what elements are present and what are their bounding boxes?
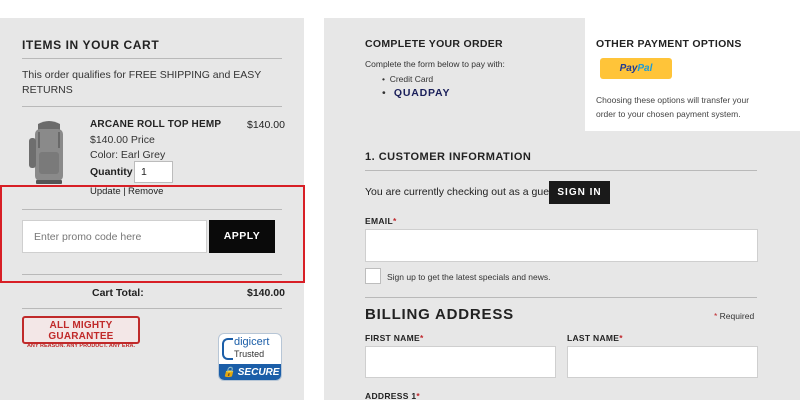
digicert-logo-icon [222, 338, 233, 360]
product-image[interactable] [26, 118, 72, 188]
digicert-trusted: Trusted [234, 349, 265, 359]
cart-title: ITEMS IN YOUR CART [22, 38, 160, 52]
paypal-button[interactable]: PayPal [600, 58, 672, 79]
email-field[interactable] [365, 229, 758, 262]
last-name-field[interactable] [567, 346, 758, 378]
divider [22, 58, 282, 59]
quantity-label: Quantity [90, 166, 133, 178]
guarantee-title: ALL MIGHTY GUARANTEE [48, 320, 114, 342]
first-name-field[interactable] [365, 346, 556, 378]
paypal-logo-b: Pal [637, 63, 653, 74]
guest-text: You are currently checking out as a gues… [365, 186, 561, 198]
bullet-icon: • [382, 74, 390, 84]
guarantee-badge: ALL MIGHTY GUARANTEE ANY REASON. ANY PRO… [22, 316, 140, 349]
customer-info-title: 1. CUSTOMER INFORMATION [365, 151, 532, 163]
sign-in-button[interactable]: SIGN IN [549, 181, 610, 204]
lock-icon: 🔒 [222, 367, 235, 378]
divider [22, 308, 282, 309]
newsletter-label: Sign up to get the latest specials and n… [387, 272, 551, 282]
email-label: EMAIL* [365, 216, 397, 226]
quadpay-logo: • QUADPAY [382, 87, 450, 99]
first-name-label: FIRST NAME* [365, 333, 424, 343]
other-payment-title: OTHER PAYMENT OPTIONS [596, 38, 742, 50]
product-price: $140.00 [247, 119, 285, 131]
bullet-icon: • [382, 87, 394, 99]
digicert-secure: 🔒 SECURE [219, 364, 281, 380]
divider [365, 297, 757, 298]
guarantee-subtitle: ANY REASON. ANY PRODUCT. ANY ERA. [26, 343, 136, 349]
other-payment-note: Choosing these options will transfer you… [596, 95, 750, 119]
digicert-name: digicert [234, 336, 270, 348]
shipping-note: This order qualifies for FREE SHIPPING a… [22, 69, 262, 96]
other-payment-panel: OTHER PAYMENT OPTIONS PayPal Choosing th… [585, 18, 800, 131]
billing-title: BILLING ADDRESS [365, 306, 514, 323]
required-note: * Required [714, 311, 755, 321]
complete-order-title: COMPLETE YOUR ORDER [365, 38, 503, 50]
last-name-label: LAST NAME* [567, 333, 623, 343]
quantity-input[interactable]: 1 [134, 161, 173, 183]
product-unit-price: $140.00 Price [90, 134, 155, 146]
digicert-secure-label: SECURE [237, 367, 280, 378]
newsletter-checkbox[interactable] [365, 268, 381, 284]
quadpay-label: QUADPAY [393, 87, 451, 99]
cart-total-value: $140.00 [247, 287, 285, 299]
product-name[interactable]: ARCANE ROLL TOP HEMP [90, 119, 221, 130]
payment-method-label: Credit Card [389, 74, 434, 84]
divider [22, 106, 282, 107]
cart-total-label: Cart Total: [92, 287, 144, 299]
promo-highlight-box [0, 185, 305, 283]
divider [365, 170, 757, 171]
payment-method-item: • Credit Card [382, 74, 433, 84]
payment-instructions: Complete the form below to pay with: [365, 59, 505, 69]
digicert-badge[interactable]: digicert Trusted 🔒 SECURE [218, 333, 282, 381]
paypal-logo-a: Pay [619, 63, 638, 74]
product-color: Color: Earl Grey [90, 149, 166, 161]
